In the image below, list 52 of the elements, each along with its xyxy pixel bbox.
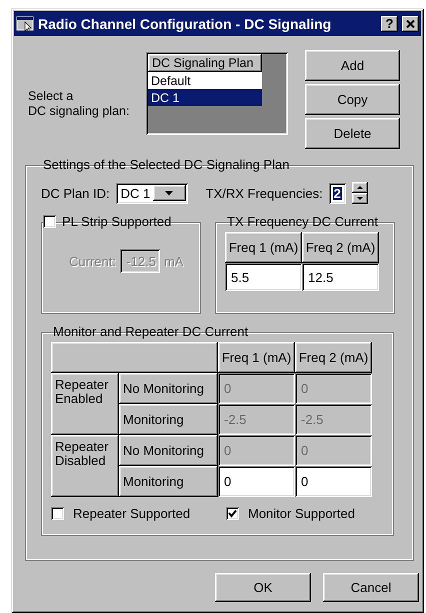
row-header: Repeater Disabled	[51, 435, 119, 497]
unit-label: mA	[164, 254, 184, 268]
dialog-button[interactable]: Add	[305, 50, 400, 81]
close-button[interactable]	[402, 16, 419, 32]
field-label: DC Plan ID:	[41, 186, 110, 200]
group-title: Monitor and Repeater DC Current	[52, 324, 250, 339]
column-header: Freq 2 (mA)	[295, 342, 372, 373]
field-label: Current:	[69, 254, 116, 268]
row-header: Monitoring	[119, 466, 218, 497]
table-cell: -2.5	[218, 404, 295, 435]
list-item[interactable]: Default	[148, 72, 262, 89]
column-header: Freq 2 (mA)	[302, 232, 379, 263]
up-arrow-icon	[356, 186, 363, 189]
row-header: No Monitoring	[119, 435, 218, 466]
table-cell: 0	[218, 373, 295, 404]
dropdown-arrow-icon	[165, 190, 174, 196]
frequencies-field[interactable]: 2	[328, 182, 346, 204]
row-header: Repeater Enabled	[51, 373, 119, 435]
column-header[interactable]: DC Signaling Plan	[148, 54, 262, 72]
table-cell: 0	[295, 435, 372, 466]
table-cell: -2.5	[295, 404, 372, 435]
table-cell: 0	[218, 435, 295, 466]
plan-label: Select a DC signaling plan:	[28, 89, 130, 120]
list-item[interactable]: DC 1	[148, 89, 262, 106]
dialog-button[interactable]: OK	[215, 573, 311, 602]
row-header: Monitoring	[119, 404, 218, 435]
row-header: No Monitoring	[119, 373, 218, 404]
checkbox[interactable]	[226, 507, 239, 520]
dialog-button[interactable]: Cancel	[323, 573, 419, 602]
checkbox-label: PL Strip Supported	[62, 214, 172, 229]
spin-up-button[interactable]	[352, 182, 368, 193]
close-icon	[406, 20, 415, 28]
group-title: Settings of the Selected DC Signaling Plan	[42, 157, 290, 172]
table-cell: 0	[295, 373, 372, 404]
window-title: Radio Channel Configuration - DC Signaling	[38, 16, 332, 32]
column-header: Freq 1 (mA)	[218, 342, 295, 373]
plan-id-dropdown[interactable]: DC 1	[116, 182, 188, 204]
group-title: TX Frequency DC Current	[226, 214, 379, 229]
table-cell[interactable]: 12.5	[302, 263, 379, 291]
checkbox[interactable]	[51, 507, 64, 520]
table-cell[interactable]: 0	[218, 466, 295, 497]
table-cell[interactable]: 5.5	[225, 263, 302, 291]
field-label: TX/RX Frequencies:	[206, 186, 323, 200]
checkbox-label: Repeater Supported	[73, 506, 190, 521]
table-cell[interactable]: 0	[295, 466, 372, 497]
checkbox-label: Monitor Supported	[248, 506, 355, 521]
column-header: Freq 1 (mA)	[225, 232, 302, 263]
dialog-button[interactable]: Delete	[305, 118, 400, 149]
help-button[interactable]: ?	[381, 16, 398, 32]
down-arrow-icon	[356, 197, 363, 200]
spin-down-button[interactable]	[352, 193, 368, 204]
dialog-button[interactable]: Copy	[305, 84, 400, 115]
